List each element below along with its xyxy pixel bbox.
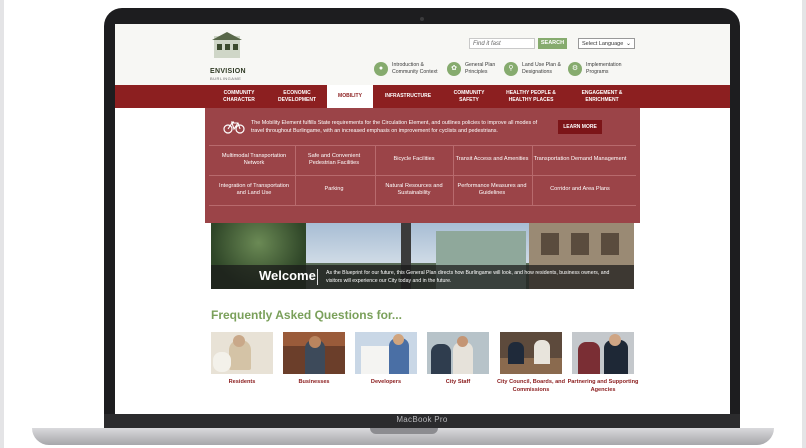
- browser-screen: ENVISION BURLINGAME Find it fast SEARCH …: [115, 24, 730, 414]
- bicycle-icon: [223, 121, 245, 134]
- faq-card-label: City Council, Boards, and Commissions: [496, 379, 566, 393]
- quick-link-land-use[interactable]: ⚲ Land Use Plan & Designations: [504, 62, 570, 76]
- quick-link-label: Land Use Plan & Designations: [522, 62, 561, 75]
- mobility-link-demand-management[interactable]: Transportation Demand Management: [532, 145, 628, 175]
- mobility-link-multimodal[interactable]: Multimodal Transportation Network: [215, 145, 293, 175]
- city-staff-photo: [427, 332, 489, 374]
- quick-link-introduction[interactable]: ● Introduction & Community Context: [374, 62, 450, 76]
- nav-item-infrastructure[interactable]: INFRASTRUCTURE: [373, 85, 443, 108]
- site-header: ENVISION BURLINGAME Find it fast SEARCH …: [115, 24, 730, 85]
- hero-divider: [317, 269, 318, 285]
- residents-photo: [211, 332, 273, 374]
- device-label: MacBook Pro: [396, 415, 448, 424]
- hero-text: As the Blueprint for our future, this Ge…: [326, 270, 610, 284]
- mobility-link-corridor[interactable]: Corridor and Area Plans: [532, 175, 628, 205]
- nav-item-economic-development[interactable]: ECONOMIC DEVELOPMENT: [269, 85, 325, 108]
- map-icon: ⚲: [504, 62, 518, 76]
- mobility-link-parking[interactable]: Parking: [295, 175, 373, 205]
- mobility-intro-text: The Mobility Element fulfills State requ…: [251, 120, 538, 134]
- businesses-photo: [283, 332, 345, 374]
- quick-link-label: General Plan Principles: [465, 62, 496, 75]
- gear-icon: ⚙: [568, 62, 582, 76]
- quick-link-label: Implementation Programs: [586, 62, 622, 75]
- left-margin-line: [0, 0, 4, 448]
- camera-icon: [420, 17, 424, 21]
- mobility-link-land-use[interactable]: Integration of Transportation and Land U…: [215, 175, 293, 205]
- grid-divider: [209, 205, 636, 206]
- chevron-down-icon: ⌄: [625, 41, 631, 47]
- city-council-photo: [500, 332, 562, 374]
- quick-link-implementation[interactable]: ⚙ Implementation Programs: [568, 62, 634, 76]
- logo-roof-icon: [212, 32, 242, 40]
- leaf-icon: ✿: [447, 62, 461, 76]
- nav-item-mobility[interactable]: MOBILITY: [327, 85, 373, 108]
- laptop-chin: MacBook Pro: [104, 414, 740, 428]
- hero-title: Welcome: [259, 268, 316, 283]
- partnering-agencies-photo: [572, 332, 634, 374]
- nav-item-community-character[interactable]: COMMUNITY CHARACTER: [209, 85, 269, 108]
- people-icon: ●: [374, 62, 388, 76]
- nav-item-community-safety[interactable]: COMMUNITY SAFETY: [445, 85, 493, 108]
- learn-more-button[interactable]: LEARN MORE: [558, 120, 602, 134]
- right-margin-line: [802, 0, 806, 448]
- mobility-link-bicycle[interactable]: Bicycle Facilities: [375, 145, 453, 175]
- faq-card-label: Businesses: [298, 379, 330, 385]
- search-button[interactable]: SEARCH: [538, 38, 567, 49]
- language-select[interactable]: Select Language ⌄: [578, 38, 635, 49]
- logo-subtext: BURLINGAME: [210, 76, 242, 81]
- mobility-link-transit[interactable]: Transit Access and Amenities: [453, 145, 531, 175]
- language-select-value: Select Language: [582, 41, 624, 47]
- developers-photo: [355, 332, 417, 374]
- quick-link-principles[interactable]: ✿ General Plan Principles: [447, 62, 507, 76]
- faq-heading: Frequently Asked Questions for...: [211, 308, 402, 322]
- nav-item-healthy-people[interactable]: HEALTHY PEOPLE & HEALTHY PLACES: [495, 85, 567, 108]
- hero-banner: Welcome As the Blueprint for our future,…: [211, 223, 634, 289]
- faq-card-label: Developers: [370, 379, 402, 385]
- mobility-dropdown: The Mobility Element fulfills State requ…: [205, 108, 640, 223]
- nav-item-engagement[interactable]: ENGAGEMENT & ENRICHMENT: [569, 85, 635, 108]
- faq-card-label: City Staff: [445, 379, 471, 385]
- search-input[interactable]: Find it fast: [469, 38, 535, 49]
- main-nav: COMMUNITY CHARACTER ECONOMIC DEVELOPMENT…: [115, 85, 730, 108]
- logo-text: ENVISION: [210, 68, 246, 75]
- mobility-link-pedestrian[interactable]: Safe and Convenient Pedestrian Facilitie…: [295, 145, 373, 175]
- quick-link-label: Introduction & Community Context: [392, 62, 438, 75]
- mobility-link-natural-resources[interactable]: Natural Resources and Sustainability: [375, 175, 453, 205]
- faq-card-label: Partnering and Supporting Agencies: [567, 379, 639, 393]
- laptop-notch: [370, 428, 438, 434]
- mobility-link-performance[interactable]: Performance Measures and Guidelines: [453, 175, 531, 205]
- faq-card-label: Residents: [228, 379, 256, 385]
- laptop-base: [32, 428, 774, 445]
